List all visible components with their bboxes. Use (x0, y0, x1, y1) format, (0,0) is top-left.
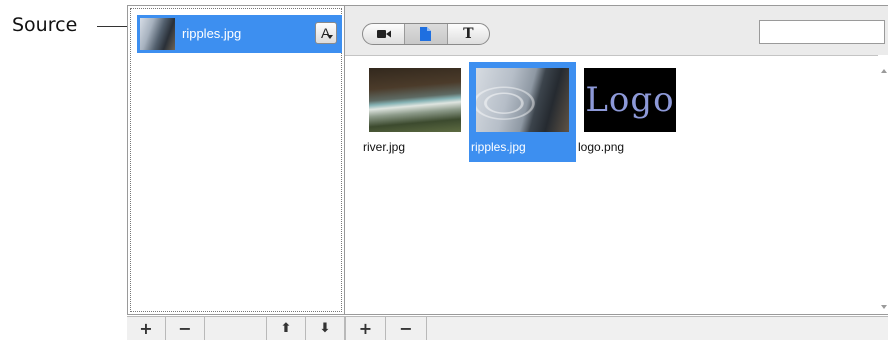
media-browser: T river.jpg ripples.jpg Logo logo.png (345, 5, 888, 315)
media-item-logo[interactable]: Logo logo.png (578, 62, 678, 162)
text-icon: T (463, 26, 474, 42)
move-down-button[interactable]: ⬇ (306, 317, 345, 340)
vertical-scrollbar[interactable] (878, 55, 888, 314)
search-input[interactable] (759, 20, 885, 44)
source-callout-label: Source (12, 14, 78, 36)
add-media-button[interactable]: + (345, 317, 386, 340)
move-up-button[interactable]: ⬆ (267, 317, 306, 340)
document-icon (420, 27, 432, 41)
toolbar-spacer (205, 317, 267, 340)
media-thumbnail (476, 68, 569, 132)
tab-image[interactable] (404, 24, 447, 44)
tab-video[interactable] (363, 24, 404, 44)
scroll-up-icon[interactable] (881, 69, 887, 73)
source-item-label: ripples.jpg (182, 26, 242, 41)
sources-bottom-toolbar: + − ⬆ ⬇ (127, 316, 345, 340)
media-thumbnail: Logo (584, 68, 676, 132)
remove-source-button[interactable]: − (166, 317, 205, 340)
sources-list[interactable]: ripples.jpg A (127, 5, 345, 315)
media-toolbar: T (345, 6, 888, 56)
remove-media-button[interactable]: − (386, 317, 427, 340)
media-item-label: ripples.jpg (471, 140, 526, 154)
scroll-down-icon[interactable] (881, 305, 887, 309)
media-item-label: logo.png (578, 140, 625, 154)
add-source-button[interactable]: + (127, 317, 166, 340)
logo-thumbnail-text: Logo (585, 80, 675, 120)
source-item[interactable]: ripples.jpg A (137, 15, 342, 53)
media-thumbnail (369, 68, 461, 132)
tab-text[interactable]: T (446, 24, 489, 44)
sources-focus-ring (130, 8, 342, 312)
media-bottom-toolbar: + − (345, 316, 888, 340)
media-item-label: river.jpg (363, 140, 406, 154)
media-item-ripples[interactable]: ripples.jpg (469, 62, 576, 162)
media-type-segmented-control[interactable]: T (362, 23, 490, 45)
font-settings-button[interactable]: A (315, 22, 337, 44)
chevron-down-icon (327, 35, 333, 39)
media-item-river[interactable]: river.jpg (361, 62, 461, 162)
video-camera-icon (376, 30, 391, 38)
source-thumbnail (140, 18, 175, 50)
